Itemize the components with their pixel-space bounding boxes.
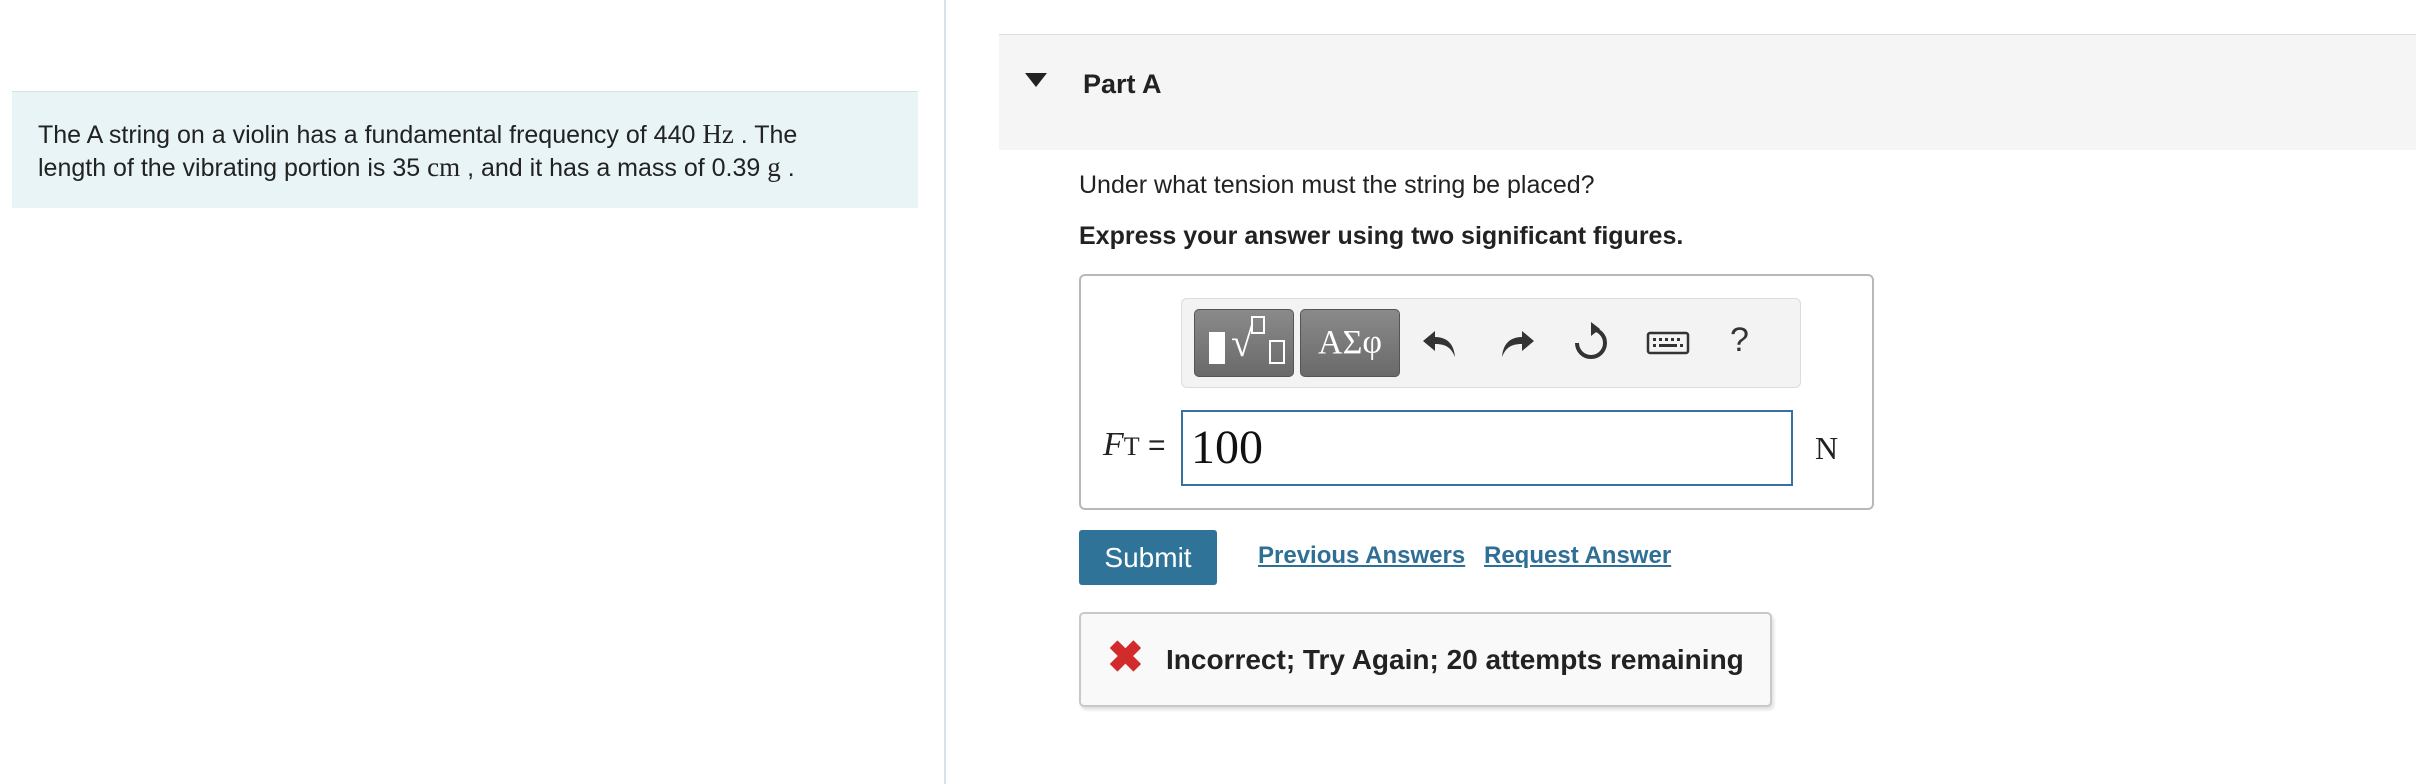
variable-symbol: F: [1103, 426, 1124, 463]
page-root: The A string on a violin has a fundament…: [0, 0, 2416, 784]
unit-hz: Hz: [702, 119, 734, 149]
radical-icon: √: [1231, 320, 1253, 365]
part-header[interactable]: Part A: [999, 34, 2416, 150]
instruction-text: Express your answer using two significan…: [1079, 222, 1684, 250]
template-box-icon: [1269, 340, 1285, 364]
feedback-box: ✖ Incorrect; Try Again; 20 attempts rema…: [1079, 612, 1772, 707]
collapse-caret-icon[interactable]: [1025, 73, 1047, 87]
problem-text-1: The A string on a violin has a fundament…: [38, 121, 703, 149]
variable-label: FT =: [1103, 426, 1166, 464]
answer-input[interactable]: 100: [1181, 410, 1793, 486]
template-block-icon: [1209, 332, 1225, 364]
help-button[interactable]: ?: [1730, 321, 1749, 360]
previous-answers-link[interactable]: Previous Answers: [1258, 542, 1465, 570]
unit-label: N: [1815, 430, 1839, 466]
redo-icon[interactable]: [1492, 319, 1540, 367]
problem-text-3: length of the vibrating portion is 35: [38, 154, 428, 182]
submit-button[interactable]: Submit: [1079, 530, 1217, 585]
reset-icon[interactable]: [1567, 319, 1615, 367]
variable-subscript: T: [1123, 432, 1140, 461]
question-text: Under what tension must the string be pl…: [1079, 171, 1595, 199]
feedback-message: Incorrect; Try Again; 20 attempts remain…: [1166, 644, 1744, 675]
template-box-icon: [1251, 316, 1265, 334]
request-answer-link[interactable]: Request Answer: [1484, 542, 1671, 570]
problem-text-4: , and it has a mass of 0.39: [460, 154, 768, 182]
unit-cm: cm: [427, 152, 461, 182]
equals-sign: =: [1139, 429, 1166, 462]
undo-icon[interactable]: [1417, 319, 1465, 367]
greek-symbols-button[interactable]: ΑΣφ: [1300, 309, 1400, 377]
templates-button[interactable]: √: [1194, 309, 1294, 377]
problem-text-5: .: [780, 154, 795, 182]
problem-statement: The A string on a violin has a fundament…: [12, 91, 918, 208]
math-toolbar: √ ΑΣφ ?: [1181, 298, 1801, 388]
unit-g: g: [767, 152, 781, 182]
column-divider: [944, 0, 946, 784]
answer-box: √ ΑΣφ ? FT = 100 N: [1079, 274, 1874, 510]
part-title: Part A: [1083, 69, 1162, 99]
incorrect-x-icon: ✖: [1107, 633, 1144, 682]
keyboard-icon[interactable]: [1644, 319, 1692, 367]
problem-text-2: . The: [733, 121, 798, 149]
